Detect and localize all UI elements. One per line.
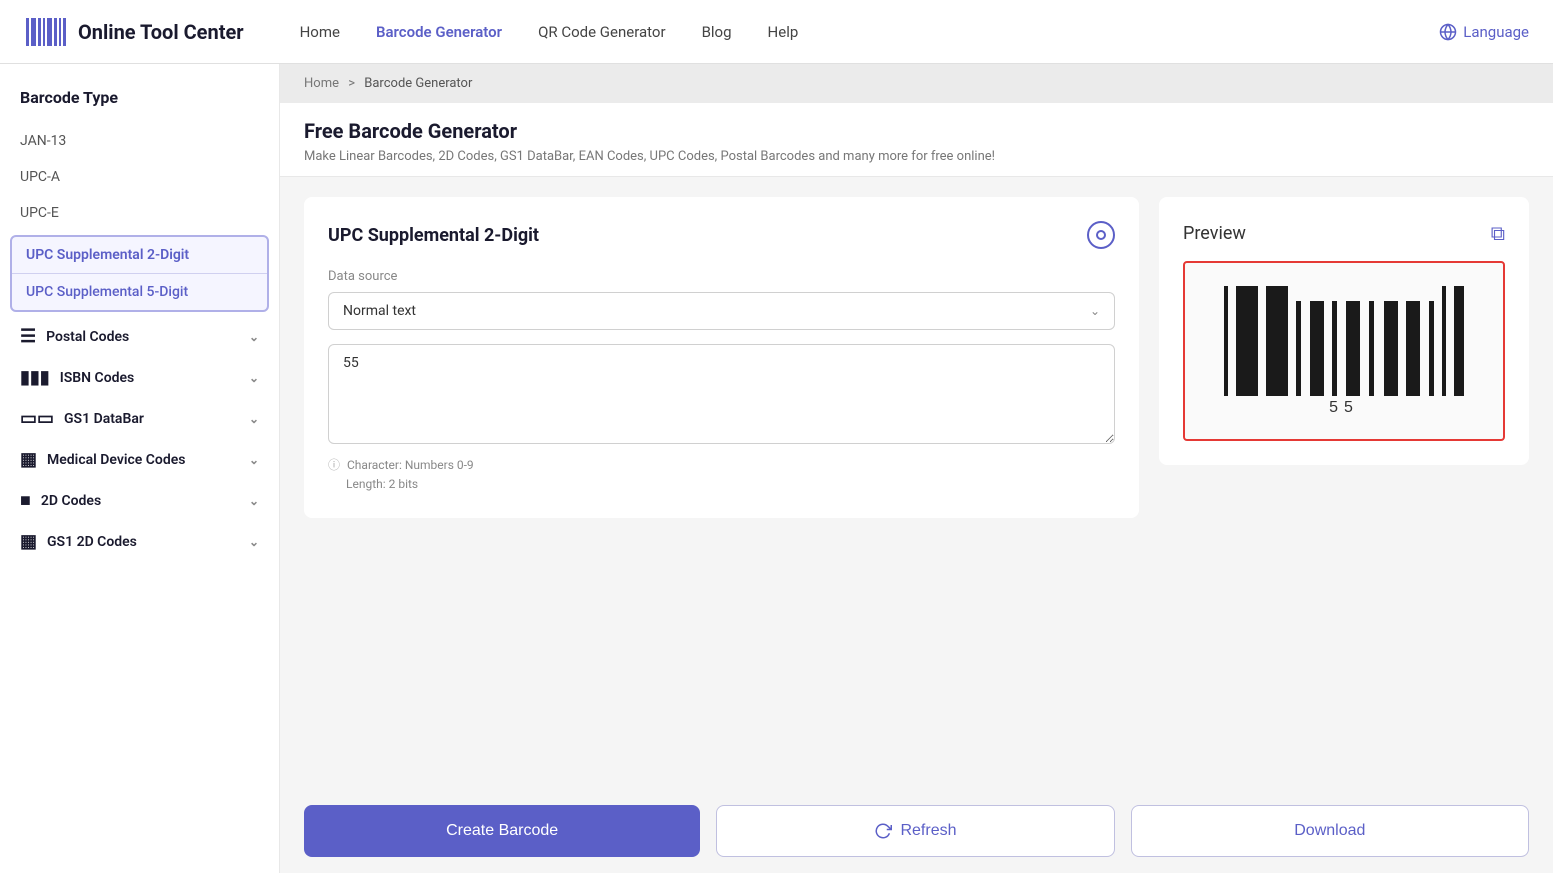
globe-icon bbox=[1439, 23, 1457, 41]
breadcrumb-current: Barcode Generator bbox=[364, 76, 472, 91]
sidebar-item-upca[interactable]: UPC-A bbox=[0, 159, 279, 195]
medical-chevron: ⌄ bbox=[249, 453, 259, 467]
logo-icon bbox=[24, 10, 68, 54]
isbn-codes-label: ISBN Codes bbox=[60, 370, 135, 386]
nav-qr-code-generator[interactable]: QR Code Generator bbox=[538, 23, 666, 41]
sidebar-group-gs1databar[interactable]: ▭▭ GS1 DataBar ⌄ bbox=[0, 398, 279, 439]
gs1-2d-chevron: ⌄ bbox=[249, 535, 259, 549]
generator-card: UPC Supplemental 2-Digit Data source Nor… bbox=[304, 197, 1139, 518]
sidebar-label-upc-supp-5: UPC Supplemental 5-Digit bbox=[26, 284, 188, 300]
2d-icon: ■ bbox=[20, 490, 31, 511]
breadcrumb: Home > Barcode Generator bbox=[280, 64, 1553, 103]
sidebar-label-upc-supp-2: UPC Supplemental 2-Digit bbox=[26, 247, 189, 263]
nav-barcode-generator[interactable]: Barcode Generator bbox=[376, 23, 502, 41]
logo-text: Online Tool Center bbox=[78, 20, 244, 44]
radio-icon[interactable] bbox=[1087, 221, 1115, 249]
main-wrapper: Barcode Type JAN-13 UPC-A UPC-E UPC Supp… bbox=[0, 64, 1553, 873]
sidebar-item-upc-supp-5[interactable]: UPC Supplemental 5-Digit bbox=[12, 273, 267, 310]
page-subtitle: Make Linear Barcodes, 2D Codes, GS1 Data… bbox=[304, 149, 1529, 164]
postal-codes-label: Postal Codes bbox=[46, 329, 129, 345]
page-wrapper: Online Tool Center Home Barcode Generato… bbox=[0, 0, 1553, 873]
main-nav: Home Barcode Generator QR Code Generator… bbox=[300, 23, 1408, 41]
data-source-label: Data source bbox=[328, 269, 1115, 284]
gs1databar-chevron: ⌄ bbox=[249, 412, 259, 426]
sidebar-label-jan13: JAN-13 bbox=[20, 133, 66, 149]
dropdown-arrow-icon: ⌄ bbox=[1090, 304, 1100, 318]
content-bg: UPC Supplemental 2-Digit Data source Nor… bbox=[280, 177, 1553, 873]
preview-header: Preview ⧉ bbox=[1183, 221, 1505, 245]
refresh-label: Refresh bbox=[900, 822, 956, 840]
language-label: Language bbox=[1463, 23, 1529, 41]
medical-label: Medical Device Codes bbox=[47, 452, 185, 468]
preview-card: Preview ⧉ bbox=[1159, 197, 1529, 465]
page-header: Free Barcode Generator Make Linear Barco… bbox=[280, 103, 1553, 177]
gs1-2d-icon: ▦ bbox=[20, 531, 37, 552]
postal-codes-icon: ☰ bbox=[20, 326, 36, 347]
sidebar-label-upca: UPC-A bbox=[20, 169, 60, 185]
sidebar-group-medical[interactable]: ▦ Medical Device Codes ⌄ bbox=[0, 439, 279, 480]
isbn-codes-icon: ▮▮▮ bbox=[20, 367, 50, 388]
barcode-text-input[interactable]: 55 bbox=[328, 344, 1115, 444]
breadcrumb-home[interactable]: Home bbox=[304, 76, 339, 91]
isbn-codes-chevron: ⌄ bbox=[249, 371, 259, 385]
barcode-image: 55 bbox=[1214, 286, 1474, 416]
download-button[interactable]: Download bbox=[1131, 805, 1529, 857]
language-button[interactable]: Language bbox=[1439, 23, 1529, 41]
card-title: UPC Supplemental 2-Digit bbox=[328, 225, 539, 246]
barcode-preview: 55 bbox=[1183, 261, 1505, 441]
gs1databar-icon: ▭▭ bbox=[20, 408, 54, 429]
dropdown-value: Normal text bbox=[343, 303, 416, 319]
medical-icon: ▦ bbox=[20, 449, 37, 470]
right-main: Home > Barcode Generator Free Barcode Ge… bbox=[280, 64, 1553, 873]
gs1-2d-label: GS1 2D Codes bbox=[47, 534, 137, 550]
sidebar-group-gs1-2d[interactable]: ▦ GS1 2D Codes ⌄ bbox=[0, 521, 279, 562]
radio-icon-inner bbox=[1096, 230, 1106, 240]
2d-label: 2D Codes bbox=[41, 493, 101, 509]
sidebar-title: Barcode Type bbox=[0, 88, 279, 123]
sidebar-label-upce: UPC-E bbox=[20, 205, 59, 221]
sidebar: Barcode Type JAN-13 UPC-A UPC-E UPC Supp… bbox=[0, 64, 280, 873]
postal-codes-chevron: ⌄ bbox=[249, 330, 259, 344]
sidebar-active-group: UPC Supplemental 2-Digit UPC Supplementa… bbox=[10, 235, 269, 312]
preview-title: Preview bbox=[1183, 223, 1246, 244]
hint-length: Length: 2 bits bbox=[346, 477, 418, 491]
nav-home[interactable]: Home bbox=[300, 23, 340, 41]
2d-chevron: ⌄ bbox=[249, 494, 259, 508]
bottom-buttons: Create Barcode Refresh Download bbox=[280, 789, 1553, 873]
sidebar-item-upc-supp-2[interactable]: UPC Supplemental 2-Digit bbox=[12, 237, 267, 273]
cards-row: UPC Supplemental 2-Digit Data source Nor… bbox=[280, 177, 1553, 789]
svg-text:55: 55 bbox=[1329, 399, 1359, 416]
hint-icon: ⓘ bbox=[328, 458, 340, 472]
gs1databar-label: GS1 DataBar bbox=[64, 411, 144, 427]
breadcrumb-sep: > bbox=[348, 76, 355, 91]
hint-character: Character: Numbers 0-9 bbox=[347, 458, 474, 472]
refresh-icon bbox=[874, 822, 892, 840]
create-barcode-button[interactable]: Create Barcode bbox=[304, 805, 700, 857]
sidebar-group-postal[interactable]: ☰ Postal Codes ⌄ bbox=[0, 316, 279, 357]
sidebar-group-2d[interactable]: ■ 2D Codes ⌄ bbox=[0, 480, 279, 521]
sidebar-item-jan13[interactable]: JAN-13 bbox=[0, 123, 279, 159]
header: Online Tool Center Home Barcode Generato… bbox=[0, 0, 1553, 64]
copy-icon[interactable]: ⧉ bbox=[1491, 221, 1505, 245]
nav-blog[interactable]: Blog bbox=[702, 23, 732, 41]
logo-area: Online Tool Center bbox=[24, 10, 244, 54]
sidebar-group-isbn[interactable]: ▮▮▮ ISBN Codes ⌄ bbox=[0, 357, 279, 398]
page-title: Free Barcode Generator bbox=[304, 119, 1529, 143]
refresh-button[interactable]: Refresh bbox=[716, 805, 1114, 857]
hint-text: ⓘ Character: Numbers 0-9 Length: 2 bits bbox=[328, 456, 1115, 494]
sidebar-item-upce[interactable]: UPC-E bbox=[0, 195, 279, 231]
data-source-dropdown[interactable]: Normal text ⌄ bbox=[328, 292, 1115, 330]
nav-help[interactable]: Help bbox=[768, 23, 799, 41]
barcode-svg: 55 bbox=[1214, 286, 1474, 416]
card-header: UPC Supplemental 2-Digit bbox=[328, 221, 1115, 249]
